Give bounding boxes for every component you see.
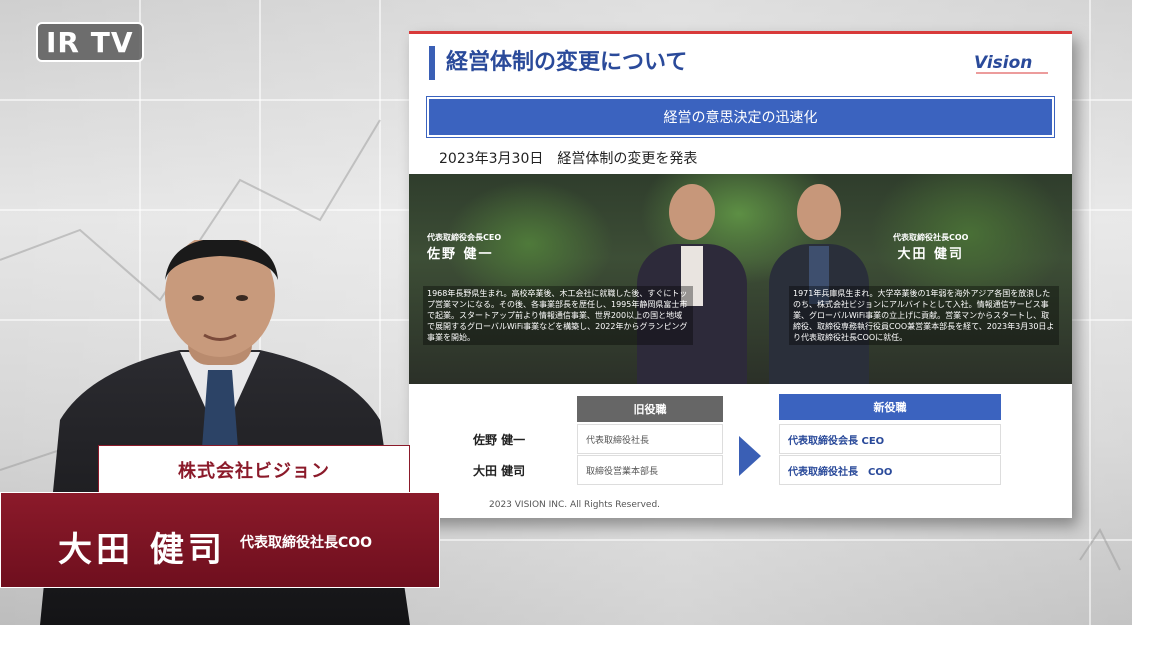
presentation-slide: 経営体制の変更について Vision 経営の意思決定の迅速化 2023年3月30… [409,31,1072,518]
old-role-sano: 代表取締役社長 [577,424,723,454]
person-coo [769,184,869,384]
banner-decision-speed: 経営の意思決定の迅速化 [426,96,1055,138]
row-name-sano: 佐野 健一 [473,433,526,447]
row-name-ota: 大田 健司 [473,464,526,478]
person-ceo [637,184,747,384]
ir-tv-logo: IR TV [36,22,144,62]
speaker-name: 大田 健司 [58,530,226,570]
vision-logo-text: Vision [974,53,1032,73]
company-name-caption: 株式会社ビジョン [98,445,410,495]
new-position-header: 新役職 [779,394,1001,420]
announcement-text: 2023年3月30日 経営体制の変更を発表 [439,151,698,167]
old-position-header: 旧役職 [577,396,723,422]
slide-title: 経営体制の変更について [446,50,688,75]
new-role-sano: 代表取締役会長 CEO [779,424,1001,454]
vision-brand-logo: Vision [974,53,1048,74]
exec-coo-bio: 1971年兵庫県生まれ。大学卒業後の1年弱を海外アジア各国を放浪したのち、株式会… [789,286,1059,345]
speaker-title: 代表取締役社長COO [240,535,373,551]
exec-ceo-label: 代表取締役会長CEO 佐野 健一 [427,233,502,262]
exec-ceo-bio: 1968年長野県生まれ。高校卒業後、木工会社に就職した後、すぐにトップ営業マンに… [423,286,693,345]
old-role-ota: 取締役営業本部長 [577,455,723,485]
new-role-ota: 代表取締役社長 COO [779,455,1001,485]
exec-coo-label: 代表取締役社長COO 大田 健司 [893,233,969,262]
executives-photo: 代表取締役会長CEO 佐野 健一 1968年長野県生まれ。高校卒業後、木工会社に… [409,174,1072,384]
title-accent-bar [429,46,435,80]
copyright-text: 2023 VISION INC. All Rights Reserved. [489,500,661,510]
arrow-right-icon [739,436,761,476]
